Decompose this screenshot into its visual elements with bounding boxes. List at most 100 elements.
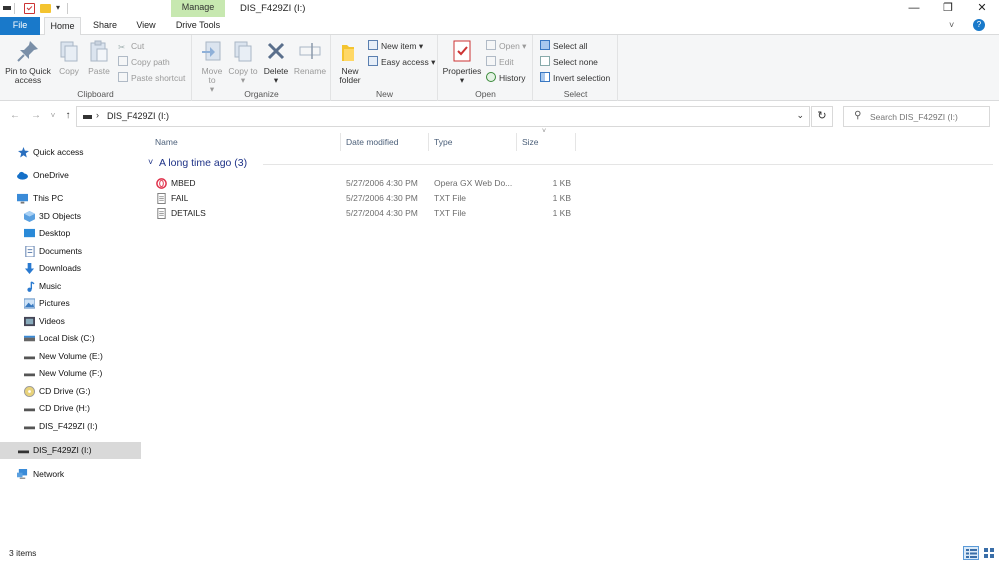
column-header-type[interactable]: Type — [429, 133, 517, 151]
nav-item-documents[interactable]: Documents — [0, 243, 141, 260]
copy-path-icon — [118, 56, 128, 66]
group-header[interactable]: ˅ A long time ago (3) — [147, 156, 993, 172]
tab-share[interactable]: Share — [87, 17, 123, 35]
customize-qat-icon[interactable]: ▾ — [56, 3, 60, 12]
open-button[interactable]: Open ▾ — [486, 39, 526, 53]
ribbon: Pin to Quick access Copy Paste ✂ Cut Copy… — [0, 35, 999, 101]
forward-arrow-icon[interactable]: → — [29, 109, 43, 123]
cloud-icon — [17, 171, 28, 180]
new-item-button[interactable]: New item ▾ — [368, 39, 423, 53]
nav-item-new-volume-f[interactable]: New Volume (F:) — [0, 365, 141, 382]
file-date: 5/27/2006 4:30 PM — [346, 193, 418, 203]
nav-item-new-volume-e[interactable]: New Volume (E:) — [0, 348, 141, 365]
nav-item-desktop[interactable]: Desktop — [0, 225, 141, 242]
edit-button[interactable]: Edit — [486, 55, 514, 69]
search-input[interactable] — [870, 110, 986, 124]
nav-item-dis-f429zi-under-pc[interactable]: DIS_F429ZI (I:) — [0, 418, 141, 435]
nav-item-network[interactable]: Network — [0, 466, 141, 483]
paste-button[interactable]: Paste — [86, 39, 112, 76]
details-view-button[interactable] — [963, 546, 979, 560]
column-header-size[interactable]: Size — [517, 133, 576, 151]
drive-icon[interactable] — [3, 6, 11, 10]
nav-item-videos[interactable]: Videos — [0, 313, 141, 330]
file-row[interactable]: MBED 5/27/2006 4:30 PM Opera GX Web Do..… — [151, 176, 581, 191]
new-folder-button[interactable]: New folder — [335, 39, 365, 85]
nav-item-onedrive[interactable]: OneDrive — [0, 167, 141, 184]
drive-icon — [83, 115, 92, 119]
new-folder-icon — [342, 45, 354, 61]
nav-item-pictures[interactable]: Pictures — [0, 295, 141, 312]
large-icons-view-button[interactable] — [982, 546, 996, 560]
drive-icon — [24, 356, 35, 360]
search-box[interactable]: ⚲ — [843, 106, 990, 127]
context-tab-manage[interactable]: Manage — [171, 0, 225, 17]
file-row[interactable]: FAIL 5/27/2006 4:30 PM TXT File 1 KB — [151, 191, 581, 206]
address-history-dropdown-icon[interactable]: ⌄ — [796, 110, 804, 121]
column-header-date-modified[interactable]: Date modified — [341, 133, 429, 151]
cut-button[interactable]: ✂ Cut — [118, 39, 144, 53]
file-date: 5/27/2006 4:30 PM — [346, 178, 418, 188]
invert-selection-icon — [540, 72, 550, 82]
address-path[interactable]: DIS_F429ZI (I:) — [107, 111, 169, 121]
delete-button[interactable]: Delete ▾ — [261, 39, 291, 85]
open-label: Open — [499, 41, 520, 51]
nav-item-this-pc[interactable]: This PC — [0, 190, 141, 207]
back-arrow-icon[interactable]: ← — [8, 109, 22, 123]
tab-drive-tools[interactable]: Drive Tools — [171, 17, 225, 35]
properties-button[interactable]: Properties ▾ — [441, 39, 483, 85]
tab-home[interactable]: Home — [44, 17, 81, 36]
file-size: 1 KB — [552, 178, 571, 188]
copy-button[interactable]: Copy — [56, 39, 82, 76]
title-bar: ▾ Manage DIS_F429ZI (I:) — ❐ ✕ — [0, 0, 999, 18]
nav-item-3d-objects[interactable]: 3D Objects — [0, 208, 141, 225]
copy-path-button[interactable]: Copy path — [118, 55, 170, 69]
address-bar[interactable]: › DIS_F429ZI (I:) ⌄ — [76, 106, 810, 127]
copy-path-label: Copy path — [131, 57, 170, 67]
nav-item-downloads[interactable]: Downloads — [0, 260, 141, 277]
copy-to-button[interactable]: Copy to ▾ — [228, 39, 258, 85]
file-row[interactable]: DETAILS 5/27/2004 4:30 PM TXT File 1 KB — [151, 206, 581, 221]
paste-shortcut-button[interactable]: Paste shortcut — [118, 71, 185, 85]
group-title: A long time ago (3) — [159, 157, 248, 169]
maximize-button[interactable]: ❐ — [931, 0, 965, 17]
breadcrumb-chevron-icon[interactable]: › — [96, 110, 99, 120]
select-all-button[interactable]: Select all — [540, 39, 588, 53]
navigation-pane: Quick access OneDrive This PC 3D Objects… — [0, 130, 141, 545]
close-button[interactable]: ✕ — [965, 0, 999, 17]
column-header-name[interactable]: Name — [150, 133, 341, 151]
group-select: Select all Select none Invert selection … — [534, 35, 618, 101]
group-open: Properties ▾ Open ▾ Edit History Open — [439, 35, 533, 101]
folder-quick-icon[interactable] — [40, 4, 51, 13]
select-none-button[interactable]: Select none — [540, 55, 598, 69]
nav-item-cd-drive-g[interactable]: CD Drive (G:) — [0, 383, 141, 400]
move-to-button[interactable]: Move to ▾ — [197, 39, 227, 94]
divider — [14, 3, 15, 14]
tab-view[interactable]: View — [129, 17, 163, 35]
drive-icon — [24, 373, 35, 377]
minimize-button[interactable]: — — [897, 0, 931, 17]
drive-icon — [24, 335, 35, 342]
collapse-chevron-icon[interactable]: ˅ — [148, 157, 153, 167]
recent-locations-icon[interactable]: ˅ — [46, 109, 60, 123]
collapse-ribbon-icon[interactable]: ˅ — [949, 20, 954, 30]
nav-label: New Volume (E:) — [39, 351, 103, 361]
nav-item-dis-f429zi-selected[interactable]: DIS_F429ZI (I:) — [0, 442, 141, 459]
history-button[interactable]: History — [486, 71, 525, 85]
properties-quick-icon[interactable] — [24, 3, 35, 14]
nav-item-quick-access[interactable]: Quick access — [0, 144, 141, 161]
dropdown-arrow-icon: ▾ — [522, 41, 527, 51]
help-icon[interactable]: ? — [973, 19, 985, 31]
invert-selection-button[interactable]: Invert selection — [540, 71, 610, 85]
file-type: TXT File — [434, 193, 466, 203]
music-icon — [27, 281, 35, 292]
tab-file[interactable]: File — [0, 17, 40, 35]
pin-quick-access-button[interactable]: Pin to Quick access — [3, 39, 53, 85]
nav-item-music[interactable]: Music — [0, 278, 141, 295]
group-label-select: Select — [563, 89, 588, 99]
refresh-button[interactable]: ↻ — [811, 106, 833, 127]
nav-item-local-disk-c[interactable]: Local Disk (C:) — [0, 330, 141, 347]
rename-button[interactable]: Rename — [293, 39, 327, 76]
up-arrow-icon[interactable]: ↑ — [61, 109, 75, 123]
nav-item-cd-drive-h[interactable]: CD Drive (H:) — [0, 400, 141, 417]
easy-access-button[interactable]: Easy access ▾ — [368, 55, 435, 69]
